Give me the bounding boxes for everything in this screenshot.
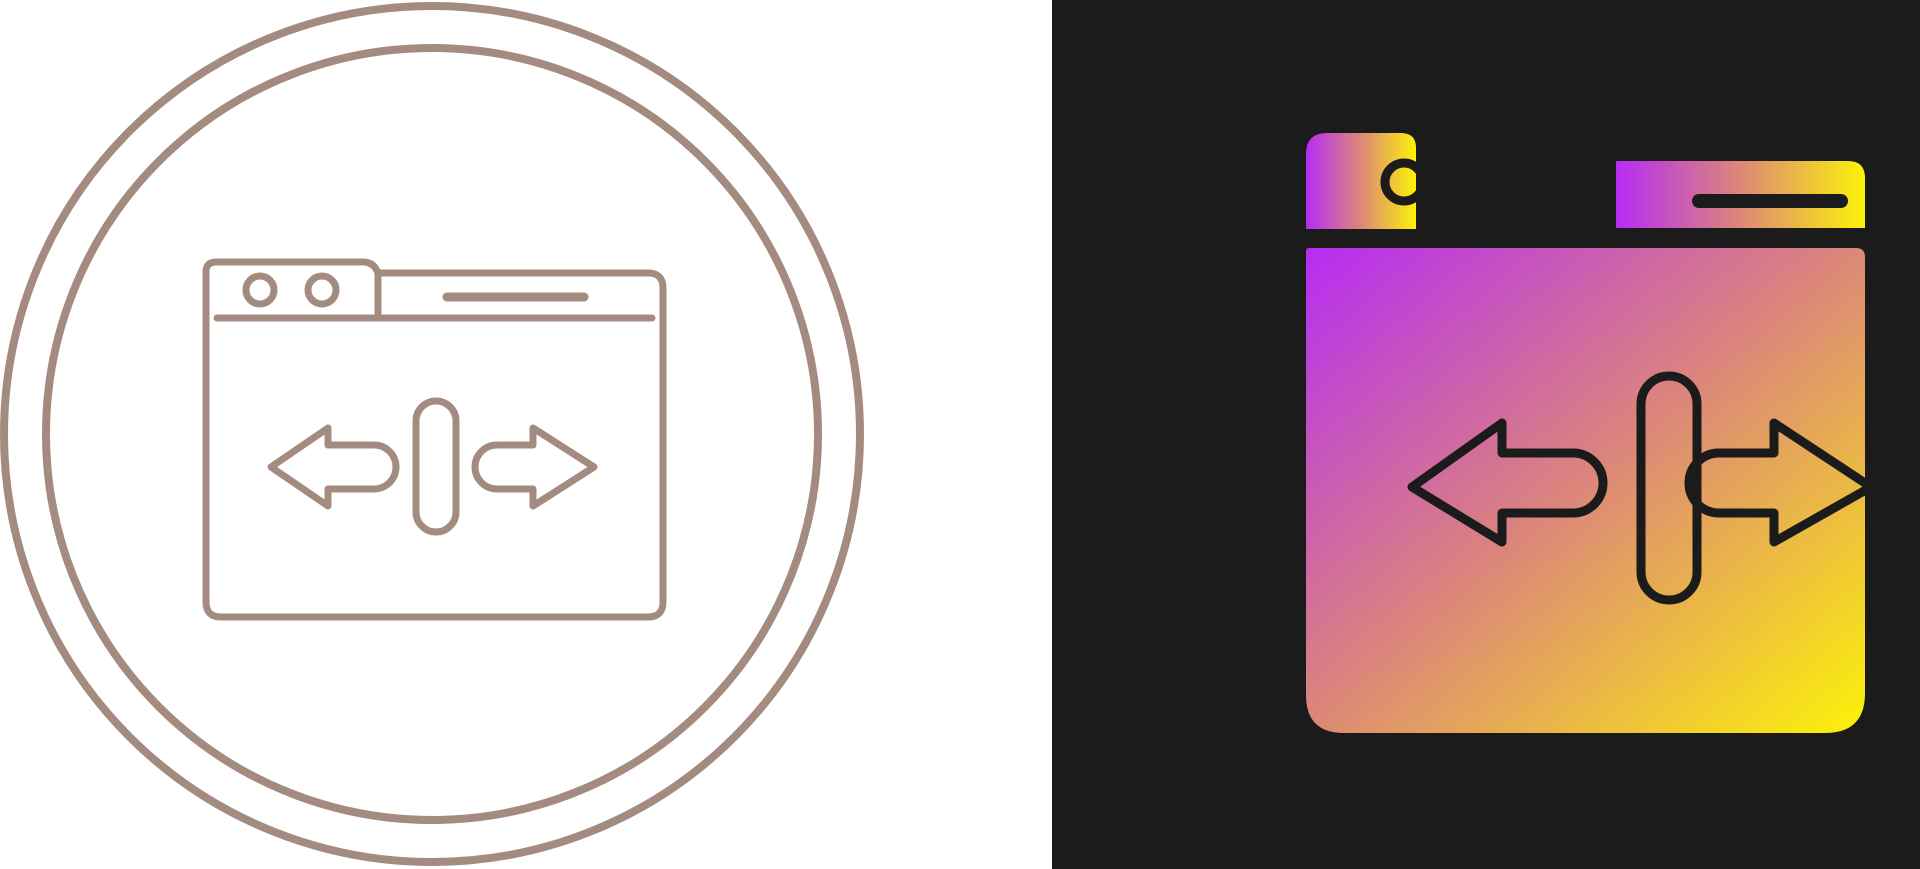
gradient-icon-panel [1052, 0, 1920, 869]
left-arrow [267, 424, 400, 510]
icon-sheet [0, 0, 1920, 869]
gradient-dot-2 [1459, 158, 1507, 206]
outline-icon-panel [0, 0, 1052, 869]
window-dot-1 [242, 272, 278, 308]
outer-ring [0, 2, 864, 866]
gradient-tab-left [1306, 133, 1416, 229]
browser-resize-horizontal-icon [0, 2, 864, 866]
resize-handle [412, 397, 460, 536]
inner-ring [42, 44, 822, 824]
double-ring [0, 2, 864, 866]
browser-resize-horizontal-icon [1306, 133, 1876, 733]
gradient-window-body [1306, 248, 1865, 733]
window-dot-2 [304, 272, 340, 308]
right-arrow [471, 424, 598, 510]
outline-browser-glyph [202, 258, 667, 621]
